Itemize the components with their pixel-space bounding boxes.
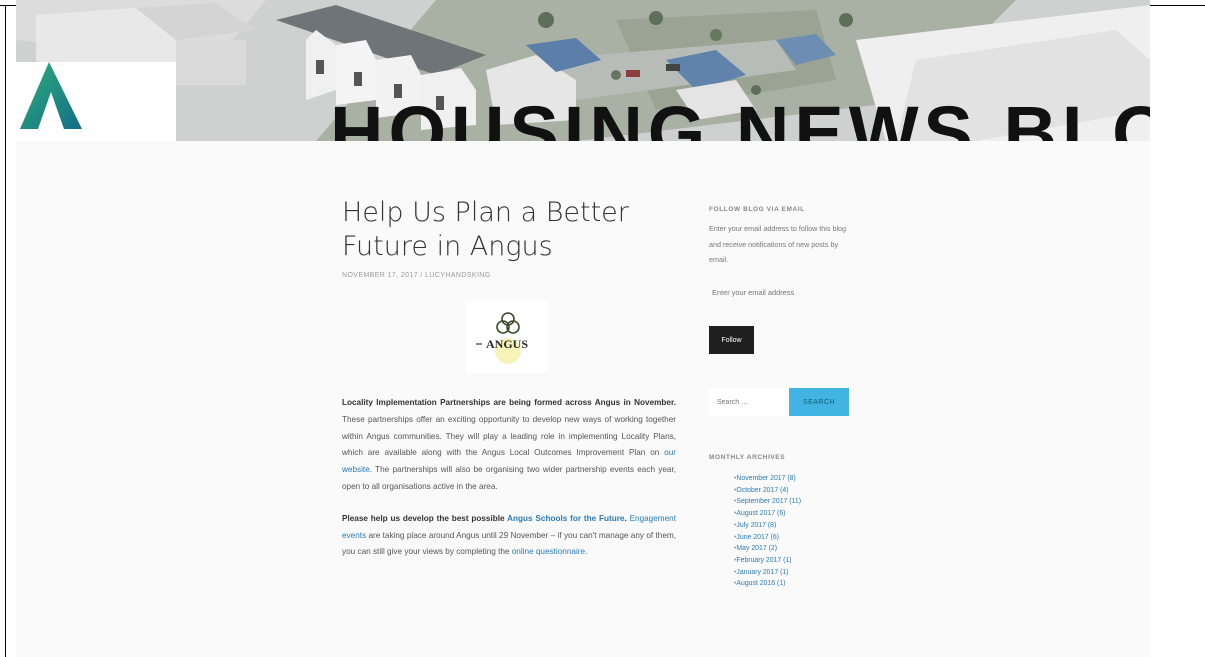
p1-text-2: . The partnerships will also be organisi…	[342, 465, 676, 491]
online-questionnaire-link[interactable]: online questionnaire	[512, 547, 585, 556]
logo-box[interactable]	[16, 62, 176, 141]
site-header: HOUSING NEWS BLOG	[16, 0, 1150, 141]
search-input[interactable]	[709, 388, 789, 416]
frame-left-border	[5, 5, 6, 657]
archives-widget-title: MONTHLY ARCHIVES	[709, 454, 786, 461]
archive-item[interactable]: August 2016 (1)	[734, 578, 854, 590]
angus-a-logo-icon	[20, 62, 82, 129]
post-paragraph-2: Please help us develop the best possible…	[342, 511, 676, 561]
follow-widget-title: FOLLOW BLOG VIA EMAIL	[709, 206, 805, 213]
angus-schools-link[interactable]: Angus Schools for the Future	[507, 514, 624, 523]
archive-item[interactable]: October 2017 (4)	[734, 485, 854, 497]
post-meta: NOVEMBER 17, 2017 / LUCYHANDSKING	[342, 272, 687, 279]
archive-item[interactable]: January 2017 (1)	[734, 567, 854, 579]
archive-item[interactable]: February 2017 (1)	[734, 555, 854, 567]
search-button[interactable]: SEARCH	[789, 388, 849, 416]
post-title[interactable]: Help Us Plan a Better Future in Angus	[342, 196, 687, 264]
angus-emblem-icon: ANGUS	[476, 312, 528, 364]
p1-bold: Locality Implementation Partnerships are…	[342, 398, 676, 407]
angus-image-text: ANGUS	[486, 337, 528, 351]
follow-button[interactable]: Follow	[709, 326, 754, 354]
p2-bold: Please help us develop the best possible	[342, 513, 508, 523]
angus-logo-image: ANGUS	[466, 301, 548, 373]
archive-item[interactable]: July 2017 (8)	[734, 520, 854, 532]
post-article: Help Us Plan a Better Future in Angus NO…	[342, 196, 687, 556]
archive-item[interactable]: September 2017 (11)	[734, 496, 854, 508]
post-date-link[interactable]: NOVEMBER 17, 2017	[342, 272, 418, 279]
archive-item[interactable]: November 2017 (8)	[734, 473, 854, 485]
post-paragraph-1: Locality Implementation Partnerships are…	[342, 395, 676, 496]
archive-item[interactable]: May 2017 (2)	[734, 543, 854, 555]
archives-widget: MONTHLY ARCHIVES November 2017 (8) Octob…	[709, 454, 854, 590]
archive-list: November 2017 (8) October 2017 (4) Septe…	[734, 473, 854, 590]
follow-widget-text: Enter your email address to follow this …	[709, 224, 847, 264]
p1-text: These partnerships offer an exciting opp…	[342, 414, 676, 458]
site-title[interactable]: HOUSING NEWS BLOG	[330, 96, 1150, 142]
post-author-link[interactable]: LUCYHANDSKING	[425, 272, 491, 279]
email-field[interactable]	[709, 285, 845, 300]
p2-text: are taking place around Angus until 29 N…	[342, 530, 676, 557]
post-body: Locality Implementation Partnerships are…	[342, 395, 676, 576]
p2-bold-end: .	[624, 513, 627, 523]
page: HOUSING NEWS BLOG Help Us Plan a Better …	[16, 0, 1150, 657]
archive-item[interactable]: August 2017 (6)	[734, 508, 854, 520]
archive-item[interactable]: June 2017 (6)	[734, 532, 854, 544]
sidebar: FOLLOW BLOG VIA EMAIL Enter your email a…	[709, 206, 854, 587]
p2-end: .	[585, 547, 588, 557]
